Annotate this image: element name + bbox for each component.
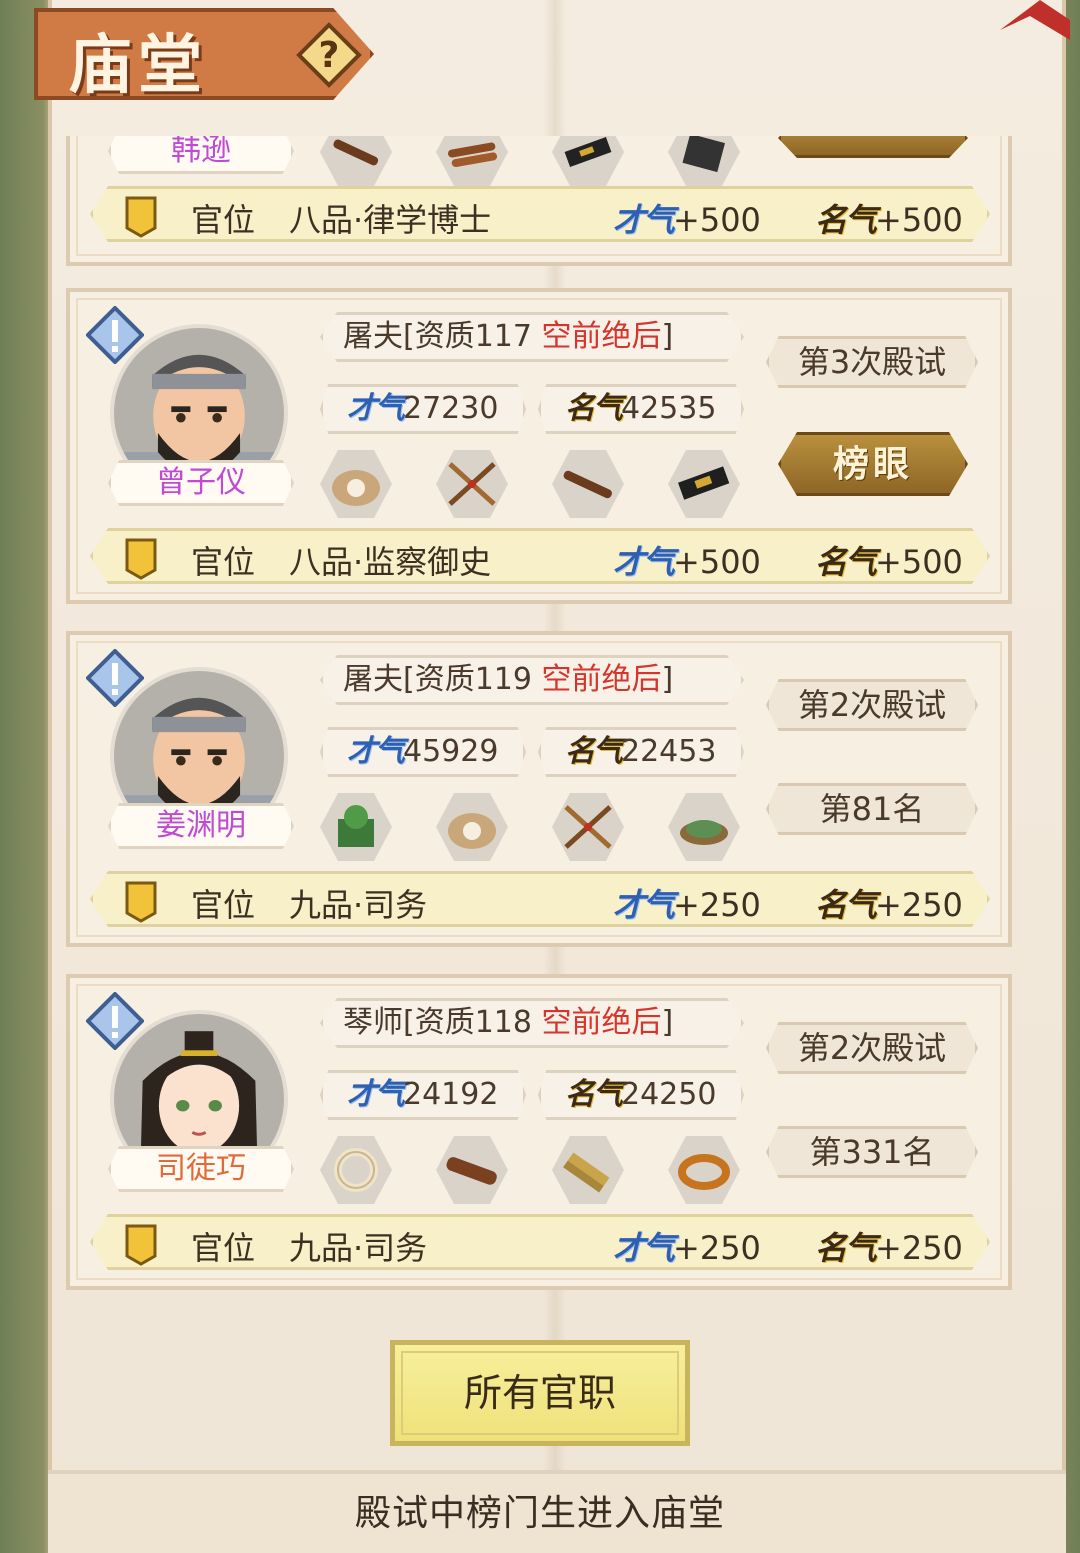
question-icon[interactable]: ?	[296, 22, 362, 88]
ming-icon: 名气	[565, 734, 623, 769]
bangle-icon	[678, 1154, 730, 1190]
ming-icon: 名气	[815, 1229, 877, 1267]
official-name: 韩逊	[108, 136, 294, 174]
office-bar: 官位 八品·律学博士 才气+500 名气+500	[90, 186, 990, 242]
ming-icon: 名气	[815, 543, 877, 581]
office-title: 八品·律学博士	[289, 201, 492, 239]
svg-text:?: ?	[319, 35, 340, 76]
cai-icon: 才气	[613, 1229, 675, 1267]
ming-bonus: 名气+250	[815, 886, 963, 924]
ming-icon: 名气	[565, 1077, 623, 1112]
bead-bracelet-icon	[334, 1148, 378, 1192]
office-title: 八品·监察御史	[289, 543, 492, 581]
office-bar: 官位 九品·司务 才气+250 名气+250	[90, 871, 990, 927]
profession-pill: 屠夫[资质119 空前绝后]	[320, 655, 744, 705]
cai-bonus: 才气+250	[613, 886, 761, 924]
office-badge-icon	[125, 196, 157, 238]
profession-pill: 屠夫[资质117 空前绝后]	[320, 312, 744, 362]
profession-pill: 琴师[资质118 空前绝后]	[320, 998, 744, 1048]
office-title: 九品·司务	[289, 1229, 428, 1267]
flute-icon	[563, 470, 612, 499]
rarity-label: 空前绝后	[541, 662, 662, 697]
crossed-swords-icon	[448, 462, 496, 506]
crossed-swords-icon	[564, 805, 612, 849]
official-card[interactable]: 司徒巧 琴师[资质118 空前绝后] 才气24192 名气24250 第2次殿试…	[66, 974, 1012, 1290]
alert-diamond-icon[interactable]	[86, 649, 144, 707]
office-badge-icon	[125, 881, 157, 923]
rank-badge: 榜眼	[778, 432, 968, 496]
officials-list[interactable]: 韩逊 官位 八品·律学博士 才气+500 名气+500 曾子仪 屠夫[资质117…	[66, 136, 1014, 1316]
cai-icon: 才气	[613, 201, 675, 239]
scroll-icon	[447, 142, 498, 168]
ming-bonus: 名气+250	[815, 1229, 963, 1267]
cai-icon: 才气	[613, 886, 675, 924]
official-name: 姜渊明	[108, 803, 294, 849]
alert-diamond-icon[interactable]	[86, 306, 144, 364]
ink-stone-icon	[682, 136, 726, 173]
jade-ring-icon	[680, 820, 728, 845]
rarity-label: 空前绝后	[541, 319, 662, 354]
cai-stat: 才气27230	[320, 384, 526, 434]
office-label: 官位	[191, 886, 256, 924]
rarity-label: 空前绝后	[541, 1005, 662, 1040]
office-bar: 官位 九品·司务 才气+250 名气+250	[90, 1214, 990, 1270]
office-title: 九品·司务	[289, 886, 428, 924]
office-badge-icon	[125, 1224, 157, 1266]
guqin-icon	[446, 1157, 497, 1185]
all-offices-button[interactable]: 所有官职	[390, 1340, 690, 1446]
official-card-partial: 韩逊 官位 八品·律学博士 才气+500 名气+500	[66, 136, 1012, 266]
office-badge-icon	[125, 538, 157, 580]
official-name: 司徒巧	[108, 1146, 294, 1192]
exam-count-badge: 第2次殿试	[766, 1022, 978, 1074]
ming-icon: 名气	[815, 201, 877, 239]
official-card[interactable]: 曾子仪 屠夫[资质117 空前绝后] 才气27230 名气42535 第3次殿试…	[66, 288, 1012, 604]
official-name: 曾子仪	[108, 460, 294, 506]
bamboo-slips-icon	[563, 1152, 610, 1193]
rank-badge: 第81名	[766, 783, 978, 835]
footer-hint: 殿试中榜门生进入庙堂	[354, 1493, 725, 1534]
cai-icon: 才气	[347, 1077, 405, 1112]
ming-stat: 名气24250	[538, 1070, 744, 1120]
official-card[interactable]: 姜渊明 屠夫[资质119 空前绝后] 才气45929 名气22453 第2次殿试…	[66, 631, 1012, 947]
cai-bonus: 才气+500	[613, 201, 761, 239]
cai-bonus: 才气+250	[613, 1229, 761, 1267]
pearl-shell-icon	[332, 470, 380, 506]
alert-diamond-icon[interactable]	[86, 992, 144, 1050]
ming-bonus: 名气+500	[815, 201, 963, 239]
inkstick-icon	[678, 466, 730, 500]
pearl-shell-icon	[448, 813, 496, 849]
cai-stat: 才气24192	[320, 1070, 526, 1120]
flute-icon	[333, 139, 379, 166]
rank-badge: 第331名	[766, 1126, 978, 1178]
cai-icon: 才气	[613, 543, 675, 581]
ming-stat: 名气22453	[538, 727, 744, 777]
page-title: 庙堂	[68, 28, 208, 103]
ming-icon: 名气	[565, 391, 623, 426]
corner-decoration-icon	[1000, 0, 1070, 40]
office-label: 官位	[191, 1229, 256, 1267]
inkstick-icon	[564, 136, 612, 168]
cai-stat: 才气45929	[320, 727, 526, 777]
ming-stat: 名气42535	[538, 384, 744, 434]
cai-bonus: 才气+500	[613, 543, 761, 581]
office-label: 官位	[191, 201, 256, 239]
exam-count-badge: 第2次殿试	[766, 679, 978, 731]
rank-badge	[778, 136, 968, 158]
office-bar: 官位 八品·监察御史 才气+500 名气+500	[90, 528, 990, 584]
cai-icon: 才气	[347, 734, 405, 769]
cai-icon: 才气	[347, 391, 405, 426]
jade-seal-icon	[338, 805, 374, 847]
ming-icon: 名气	[815, 886, 877, 924]
exam-count-badge: 第3次殿试	[766, 336, 978, 388]
office-label: 官位	[191, 543, 256, 581]
ming-bonus: 名气+500	[815, 543, 963, 581]
